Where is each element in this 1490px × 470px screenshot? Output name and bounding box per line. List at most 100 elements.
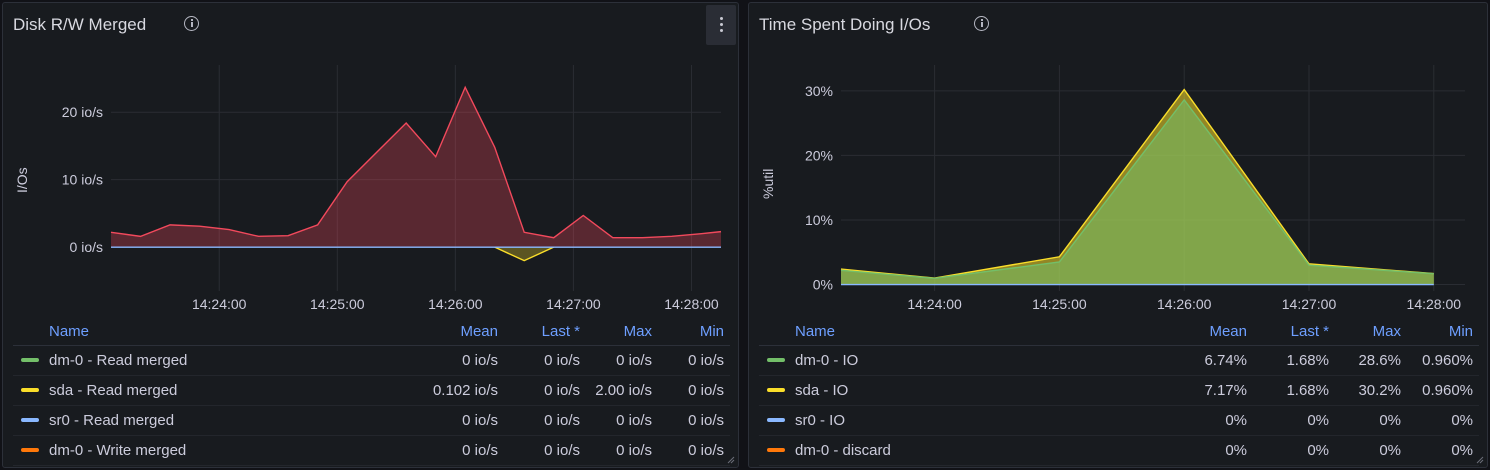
legend-series-name[interactable]: dm-0 - discard (759, 435, 1151, 466)
legend-max-value: 0 io/s (586, 345, 658, 376)
series-area (841, 99, 1434, 285)
legend-header-mean[interactable]: Mean (402, 317, 504, 346)
legend-last-value: 0 io/s (504, 345, 586, 376)
legend-series-label: dm-0 - Write merged (49, 442, 187, 459)
legend-table: Name Mean Last * Max Min dm-0 - IO 6.74% 1… (759, 317, 1479, 466)
legend-max-value: 0 io/s (586, 405, 658, 436)
legend-max-value: 0% (1335, 435, 1407, 466)
legend-min-value: 0 io/s (658, 345, 730, 376)
series-color-swatch (767, 418, 785, 423)
legend-series-label: dm-0 - IO (795, 352, 859, 369)
series-color-swatch (21, 448, 39, 453)
series-color-swatch (767, 388, 785, 393)
legend-last-value: 0 io/s (504, 435, 586, 466)
resize-handle-icon[interactable] (725, 454, 735, 464)
panel-disk-rw-merged: Disk R/W Merged I/Os 14:24:00 14:25:00 14:… (2, 2, 739, 468)
x-tick-label: 14:25:00 (1032, 296, 1087, 312)
legend-series-label: dm-0 - Read merged (49, 352, 188, 369)
legend-header-min[interactable]: Min (658, 317, 730, 346)
legend-header-max[interactable]: Max (1335, 317, 1407, 346)
series-color-swatch (767, 448, 785, 453)
series-color-swatch (21, 388, 39, 393)
y-tick-label: 30% (805, 83, 833, 99)
legend-min-value: 0 io/s (658, 405, 730, 436)
legend-mean-value: 0% (1151, 435, 1253, 466)
legend-max-value: 0 io/s (586, 435, 658, 466)
x-tick-label: 14:27:00 (1282, 296, 1337, 312)
legend-last-value: 1.68% (1253, 345, 1335, 376)
legend-row[interactable]: sr0 - Read merged 0 io/s 0 io/s 0 io/s 0 io/… (13, 405, 730, 436)
legend-header-name[interactable]: Name (13, 317, 402, 346)
time-series-chart[interactable]: 14:24:00 14:25:00 14:26:00 14:27:00 14:28:00… (749, 3, 1488, 323)
legend-max-value: 28.6% (1335, 345, 1407, 376)
resize-handle-icon[interactable] (1474, 454, 1484, 464)
legend-max-value: 0% (1335, 405, 1407, 436)
legend-series-name[interactable]: sr0 - IO (759, 405, 1151, 436)
panel-time-spent-doing-ios: Time Spent Doing I/Os %util 14:24:00 14:2… (748, 2, 1488, 468)
legend-last-value: 0 io/s (504, 375, 586, 406)
legend-min-value: 0 io/s (658, 375, 730, 406)
legend-series-label: sda - IO (795, 382, 849, 399)
legend-mean-value: 6.74% (1151, 345, 1253, 376)
x-tick-label: 14:26:00 (428, 296, 483, 312)
legend-header-mean[interactable]: Mean (1151, 317, 1253, 346)
legend-min-value: 0 io/s (658, 435, 730, 466)
legend-header-name[interactable]: Name (759, 317, 1151, 346)
legend-series-label: sr0 - IO (795, 412, 846, 429)
legend-series-name[interactable]: dm-0 - Write merged (13, 435, 402, 466)
y-tick-label: 10% (805, 212, 833, 228)
series-color-swatch (21, 358, 39, 363)
legend-header-min[interactable]: Min (1407, 317, 1479, 346)
legend-max-value: 2.00 io/s (586, 375, 658, 406)
legend-row[interactable]: dm-0 - discard 0% 0% 0% 0% (759, 435, 1479, 466)
legend-mean-value: 0% (1151, 405, 1253, 436)
x-tick-label: 14:28:00 (1407, 296, 1462, 312)
legend-last-value: 0 io/s (504, 405, 586, 436)
legend-max-value: 30.2% (1335, 375, 1407, 406)
legend-last-value: 0% (1253, 435, 1335, 466)
legend-row[interactable]: dm-0 - Write merged 0 io/s 0 io/s 0 io/s 0 i… (13, 435, 730, 466)
legend-series-label: sr0 - Read merged (49, 412, 175, 429)
legend-mean-value: 7.17% (1151, 375, 1253, 406)
legend-header-last[interactable]: Last * (504, 317, 586, 346)
legend-series-name[interactable]: sda - Read merged (13, 375, 402, 406)
legend-series-label: dm-0 - discard (795, 442, 891, 459)
legend-series-name[interactable]: dm-0 - Read merged (13, 345, 402, 376)
legend-series-name[interactable]: dm-0 - IO (759, 345, 1151, 376)
x-tick-label: 14:25:00 (310, 296, 365, 312)
legend-series-label: sda - Read merged (49, 382, 178, 399)
x-tick-label: 14:27:00 (546, 296, 601, 312)
legend-min-value: 0% (1407, 435, 1479, 466)
y-tick-label: 10 io/s (62, 172, 103, 188)
legend-series-name[interactable]: sr0 - Read merged (13, 405, 402, 436)
series-area (494, 247, 554, 261)
y-tick-label: 0 io/s (70, 239, 103, 255)
legend-header-max[interactable]: Max (586, 317, 658, 346)
legend-series-name[interactable]: sda - IO (759, 375, 1151, 406)
legend-row[interactable]: dm-0 - Read merged 0 io/s 0 io/s 0 io/s 0 io… (13, 345, 730, 376)
legend-mean-value: 0 io/s (402, 345, 504, 376)
legend-row[interactable]: sda - IO 7.17% 1.68% 30.2% 0.960% (759, 375, 1479, 406)
legend-mean-value: 0.102 io/s (402, 375, 504, 406)
legend-min-value: 0.960% (1407, 345, 1479, 376)
y-tick-label: 20 io/s (62, 104, 103, 120)
legend-min-value: 0% (1407, 405, 1479, 436)
legend-header-row: Name Mean Last * Max Min (13, 317, 730, 346)
legend-row[interactable]: sda - Read merged 0.102 io/s 0 io/s 2.00 io… (13, 375, 730, 406)
y-tick-label: 20% (805, 147, 833, 163)
legend-mean-value: 0 io/s (402, 405, 504, 436)
time-series-chart[interactable]: 14:24:00 14:25:00 14:26:00 14:27:00 14:28:00… (3, 3, 739, 323)
legend-row[interactable]: dm-0 - IO 6.74% 1.68% 28.6% 0.960% (759, 345, 1479, 376)
legend-mean-value: 0 io/s (402, 435, 504, 466)
legend-header-last[interactable]: Last * (1253, 317, 1335, 346)
legend-row[interactable]: sr0 - IO 0% 0% 0% 0% (759, 405, 1479, 436)
x-tick-label: 14:28:00 (664, 296, 719, 312)
series-area (111, 87, 721, 248)
legend-header-row: Name Mean Last * Max Min (759, 317, 1479, 346)
legend-table: Name Mean Last * Max Min dm-0 - Read mer… (13, 317, 730, 466)
x-tick-label: 14:24:00 (907, 296, 962, 312)
legend-last-value: 0% (1253, 405, 1335, 436)
series-color-swatch (21, 418, 39, 423)
x-tick-label: 14:24:00 (192, 296, 247, 312)
series-color-swatch (767, 358, 785, 363)
